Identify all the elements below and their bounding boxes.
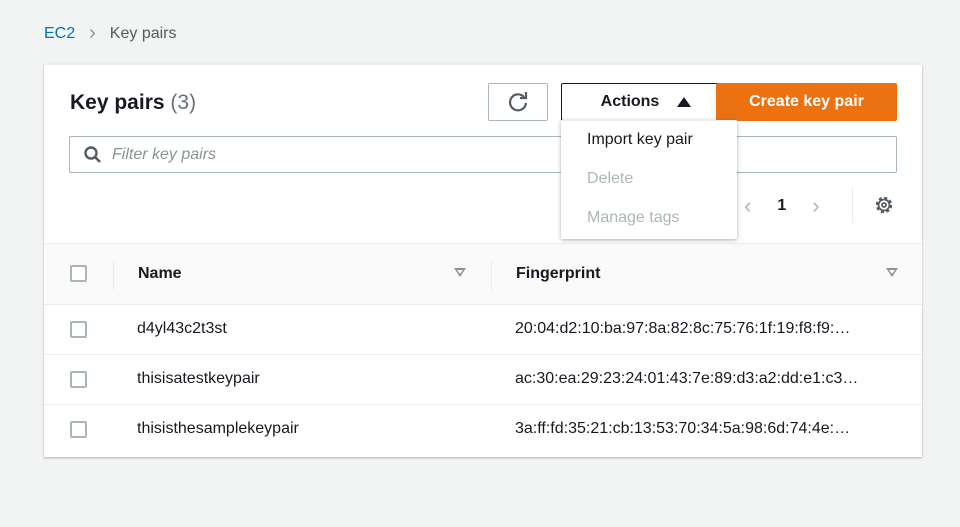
row-checkbox[interactable]: [70, 371, 87, 388]
actions-button[interactable]: Actions: [561, 83, 731, 121]
menu-item-delete: Delete: [587, 170, 634, 187]
pagination: ‹ 1 ›: [744, 193, 820, 219]
actions-dropdown-menu: Import key pair Delete Manage tags: [561, 120, 737, 239]
refresh-button[interactable]: [488, 83, 548, 121]
menu-item-import-key-pair[interactable]: Import key pair: [587, 131, 693, 149]
column-header-fingerprint[interactable]: Fingerprint: [516, 265, 600, 283]
table-row[interactable]: thisisthesamplekeypair 3a:ff:fd:35:21:cb:…: [44, 405, 922, 455]
fingerprint: 20:04:d2:10:ba:97:8a:82:8c:75:76:1f:19:f…: [515, 320, 851, 337]
title-text: Key pairs: [70, 91, 165, 114]
actions-label: Actions: [600, 93, 660, 110]
create-key-pair-button[interactable]: Create key pair: [716, 83, 897, 121]
row-checkbox[interactable]: [70, 321, 87, 338]
breadcrumb: EC2 › Key pairs: [44, 22, 177, 45]
divider: [852, 187, 853, 223]
page-number[interactable]: 1: [777, 197, 786, 215]
chevron-right-icon: ›: [89, 22, 96, 44]
key-name: d4yl43c2t3st: [137, 320, 227, 337]
menu-item-manage-tags: Manage tags: [587, 209, 680, 226]
fingerprint: 3a:ff:fd:35:21:cb:13:53:70:34:5a:98:6d:7…: [515, 420, 851, 437]
row-checkbox[interactable]: [70, 421, 87, 438]
caret-up-icon: [677, 97, 692, 107]
previous-page-icon[interactable]: ‹: [744, 193, 751, 219]
key-name: thisisthesamplekeypair: [137, 420, 299, 437]
filter-placeholder: Filter key pairs: [112, 145, 217, 163]
table-header: Name Fingerprint: [44, 243, 922, 305]
fingerprint: ac:30:ea:29:23:24:01:43:7e:89:d3:a2:dd:e…: [515, 370, 859, 387]
sort-icon[interactable]: [886, 268, 898, 277]
key-name: thisisatestkeypair: [137, 370, 260, 387]
breadcrumb-ec2-link[interactable]: EC2: [44, 25, 75, 43]
search-icon: [84, 145, 101, 163]
key-pair-count: (3): [170, 91, 197, 114]
settings-gear-icon[interactable]: [874, 195, 894, 215]
filter-input[interactable]: Filter key pairs: [69, 136, 897, 173]
page-title: Key pairs (3): [70, 91, 196, 115]
column-header-name[interactable]: Name: [138, 265, 182, 283]
next-page-icon[interactable]: ›: [812, 193, 819, 219]
refresh-icon: [508, 92, 528, 112]
sort-icon[interactable]: [454, 268, 466, 277]
key-pairs-panel: Key pairs (3) Actions Create key pair Fi…: [44, 64, 922, 457]
table-row[interactable]: thisisatestkeypair ac:30:ea:29:23:24:01:4…: [44, 355, 922, 405]
breadcrumb-current: Key pairs: [109, 24, 177, 42]
table-row[interactable]: d4yl43c2t3st 20:04:d2:10:ba:97:8a:82:8c:7…: [44, 305, 922, 355]
column-divider: [113, 260, 114, 290]
select-all-checkbox[interactable]: [70, 265, 87, 282]
column-divider: [491, 260, 492, 290]
